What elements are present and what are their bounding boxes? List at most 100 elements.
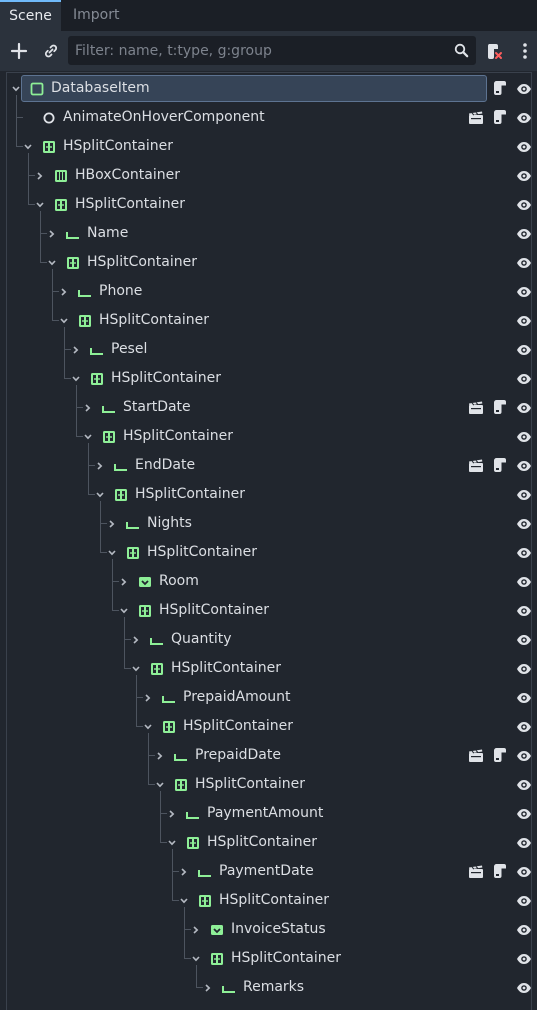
eye-icon[interactable]: [516, 806, 532, 822]
eye-icon[interactable]: [516, 197, 532, 213]
filter-input[interactable]: [75, 37, 445, 64]
script-icon[interactable]: [492, 457, 508, 473]
chevron-right-icon[interactable]: [130, 634, 142, 646]
tree-item[interactable]: HSplitContainer: [0, 944, 537, 973]
tree-root-item[interactable]: DatabaseItem: [0, 74, 537, 103]
tree-item[interactable]: HSplitContainer: [0, 306, 537, 335]
tree-item[interactable]: InvoiceStatus: [0, 915, 537, 944]
eye-icon[interactable]: [516, 284, 532, 300]
eye-icon[interactable]: [516, 719, 532, 735]
eye-icon[interactable]: [516, 110, 532, 126]
eye-icon[interactable]: [516, 371, 532, 387]
script-icon[interactable]: [492, 863, 508, 879]
tree-item[interactable]: Room: [0, 567, 537, 596]
eye-icon[interactable]: [516, 139, 532, 155]
scene-clapper-icon[interactable]: [468, 458, 484, 474]
eye-icon[interactable]: [516, 748, 532, 764]
tree-item[interactable]: PrepaidAmount: [0, 683, 537, 712]
link-icon[interactable]: [39, 39, 63, 63]
eye-icon[interactable]: [516, 980, 532, 996]
tree-item[interactable]: HSplitContainer: [0, 132, 537, 161]
tree-item[interactable]: StartDate: [0, 393, 537, 422]
chevron-right-icon[interactable]: [46, 228, 58, 240]
tree-item[interactable]: PaymentAmount: [0, 799, 537, 828]
chevron-right-icon[interactable]: [70, 344, 82, 356]
chevron-down-icon[interactable]: [82, 431, 94, 443]
tree-item[interactable]: HSplitContainer: [0, 828, 537, 857]
eye-icon[interactable]: [516, 516, 532, 532]
eye-icon[interactable]: [516, 458, 532, 474]
chevron-right-icon[interactable]: [94, 460, 106, 472]
tree-item[interactable]: HSplitContainer: [0, 596, 537, 625]
kebab-menu-icon[interactable]: [513, 39, 537, 63]
chevron-right-icon[interactable]: [82, 402, 94, 414]
chevron-down-icon[interactable]: [58, 315, 70, 327]
tree-item[interactable]: Remarks: [0, 973, 537, 1002]
chevron-right-icon[interactable]: [202, 982, 214, 994]
chevron-down-icon[interactable]: [22, 141, 34, 153]
scene-clapper-icon[interactable]: [468, 110, 484, 126]
chevron-down-icon[interactable]: [154, 779, 166, 791]
eye-icon[interactable]: [516, 545, 532, 561]
eye-icon[interactable]: [516, 255, 532, 271]
tree-item[interactable]: HSplitContainer: [0, 654, 537, 683]
filter-field[interactable]: [68, 36, 476, 65]
eye-icon[interactable]: [516, 487, 532, 503]
tree-item[interactable]: PrepaidDate: [0, 741, 537, 770]
chevron-down-icon[interactable]: [106, 547, 118, 559]
tree-item[interactable]: Pesel: [0, 335, 537, 364]
eye-icon[interactable]: [516, 922, 532, 938]
chevron-down-icon[interactable]: [118, 605, 130, 617]
eye-icon[interactable]: [516, 313, 532, 329]
plus-icon[interactable]: [7, 39, 31, 63]
script-icon[interactable]: [492, 747, 508, 763]
tree-item[interactable]: HSplitContainer: [0, 538, 537, 567]
eye-icon[interactable]: [516, 777, 532, 793]
tab-scene[interactable]: Scene: [0, 0, 61, 31]
tree-item[interactable]: HSplitContainer: [0, 712, 537, 741]
script-icon[interactable]: [492, 80, 508, 96]
chevron-right-icon[interactable]: [178, 866, 190, 878]
eye-icon[interactable]: [516, 951, 532, 967]
chevron-down-icon[interactable]: [70, 373, 82, 385]
chevron-down-icon[interactable]: [166, 837, 178, 849]
tree-item[interactable]: HSplitContainer: [0, 886, 537, 915]
chevron-down-icon[interactable]: [178, 895, 190, 907]
eye-icon[interactable]: [516, 864, 532, 880]
chevron-right-icon[interactable]: [106, 518, 118, 530]
eye-icon[interactable]: [516, 81, 532, 97]
script-remove-icon[interactable]: [482, 39, 506, 63]
eye-icon[interactable]: [516, 400, 532, 416]
chevron-right-icon[interactable]: [58, 286, 70, 298]
tree-item[interactable]: AnimateOnHoverComponent: [0, 103, 537, 132]
tree-item[interactable]: HBoxContainer: [0, 161, 537, 190]
tree-item[interactable]: Quantity: [0, 625, 537, 654]
eye-icon[interactable]: [516, 893, 532, 909]
eye-icon[interactable]: [516, 632, 532, 648]
chevron-down-icon[interactable]: [46, 257, 58, 269]
chevron-right-icon[interactable]: [166, 808, 178, 820]
tree-item[interactable]: Name: [0, 219, 537, 248]
eye-icon[interactable]: [516, 835, 532, 851]
chevron-right-icon[interactable]: [142, 692, 154, 704]
chevron-down-icon[interactable]: [10, 83, 22, 95]
scene-clapper-icon[interactable]: [468, 400, 484, 416]
tree-item[interactable]: PaymentDate: [0, 857, 537, 886]
chevron-right-icon[interactable]: [190, 924, 202, 936]
chevron-right-icon[interactable]: [34, 170, 46, 182]
chevron-down-icon[interactable]: [142, 721, 154, 733]
eye-icon[interactable]: [516, 661, 532, 677]
tree-item[interactable]: HSplitContainer: [0, 770, 537, 799]
tree-item[interactable]: HSplitContainer: [0, 190, 537, 219]
tree-item[interactable]: Phone: [0, 277, 537, 306]
eye-icon[interactable]: [516, 603, 532, 619]
eye-icon[interactable]: [516, 690, 532, 706]
chevron-down-icon[interactable]: [34, 199, 46, 211]
tree-item[interactable]: HSplitContainer: [0, 422, 537, 451]
tree-item[interactable]: EndDate: [0, 451, 537, 480]
eye-icon[interactable]: [516, 342, 532, 358]
tree-item[interactable]: HSplitContainer: [0, 248, 537, 277]
eye-icon[interactable]: [516, 168, 532, 184]
chevron-down-icon[interactable]: [130, 663, 142, 675]
tree-item[interactable]: HSplitContainer: [0, 364, 537, 393]
